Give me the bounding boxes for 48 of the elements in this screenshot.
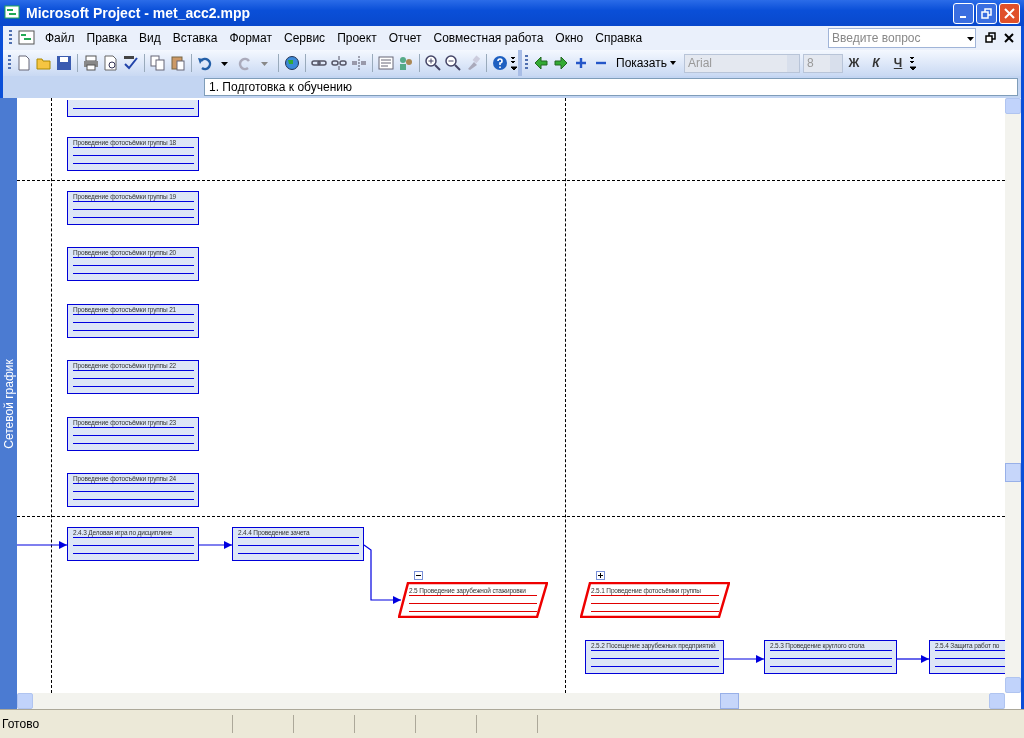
close-icon[interactable]: [1003, 32, 1015, 44]
toolbar-options-icon[interactable]: [909, 55, 917, 71]
horizontal-scrollbar[interactable]: [17, 693, 1005, 709]
help-icon[interactable]: [490, 53, 510, 73]
menu-item[interactable]: Правка: [80, 29, 134, 47]
close-button[interactable]: [999, 2, 1020, 24]
connector-arrow: [723, 655, 765, 663]
zoom-out-icon[interactable]: [443, 53, 463, 73]
menu-item[interactable]: Формат: [223, 29, 279, 47]
document-icon[interactable]: [18, 30, 36, 46]
app-icon: [4, 3, 20, 20]
restore-button[interactable]: [976, 2, 997, 24]
menu-item[interactable]: Вставка: [166, 29, 224, 47]
view-label: Сетевой график: [1, 358, 16, 449]
vertical-scrollbar[interactable]: [1005, 98, 1021, 693]
menu-item[interactable]: Окно: [549, 29, 590, 47]
show-button[interactable]: Показать: [611, 56, 681, 70]
entry-field[interactable]: 1. Подготовка к обучению: [204, 78, 1018, 96]
globe-icon[interactable]: [282, 53, 302, 73]
connector-arrow: [198, 541, 233, 549]
menu-item[interactable]: Вид: [133, 29, 167, 47]
menu-item[interactable]: Совместная работа: [427, 29, 550, 47]
window-title: Microsoft Project - met_acc2.mpp: [26, 5, 252, 21]
italic-button[interactable]: К: [865, 56, 887, 70]
menu-item[interactable]: Отчет: [382, 29, 428, 47]
connector-arrow: [363, 544, 402, 604]
printer-icon[interactable]: [81, 53, 101, 73]
copy-icon[interactable]: [148, 53, 168, 73]
help-search-field[interactable]: Введите вопрос: [828, 28, 976, 48]
unlink-icon[interactable]: [329, 53, 349, 73]
zoom-in-icon[interactable]: [423, 53, 443, 73]
underline-button[interactable]: Ч: [887, 56, 909, 70]
status-text: Готово: [1, 717, 41, 731]
toolbar-options-icon[interactable]: [510, 55, 518, 71]
menu-item[interactable]: Сервис: [278, 29, 332, 47]
bold-button[interactable]: Ж: [843, 56, 865, 70]
paste-icon[interactable]: [168, 53, 188, 73]
menu-item[interactable]: Проект: [331, 29, 383, 47]
minimize-button[interactable]: [953, 2, 974, 24]
expand-toggle[interactable]: [596, 571, 605, 580]
menu-item[interactable]: Файл: [39, 29, 81, 47]
connector-arrow: [17, 541, 68, 549]
menu-item[interactable]: Справка: [589, 29, 649, 47]
collapse-toggle[interactable]: [414, 571, 423, 580]
save-icon[interactable]: [54, 53, 74, 73]
restore-icon[interactable]: [985, 32, 997, 44]
connector-arrow: [896, 655, 930, 663]
task-node[interactable]: [67, 100, 199, 117]
